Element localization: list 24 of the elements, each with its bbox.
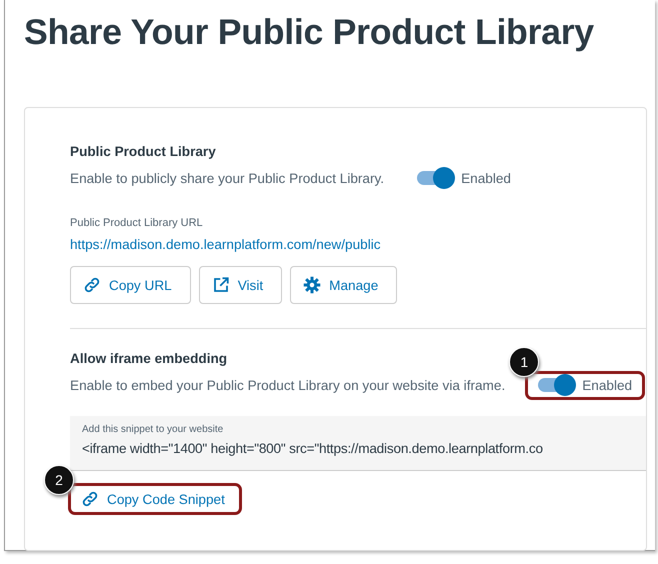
link-icon bbox=[83, 276, 101, 294]
copy-url-button[interactable]: Copy URL bbox=[70, 266, 191, 304]
callout-badge: 1 bbox=[509, 346, 540, 376]
external-link-icon bbox=[212, 276, 230, 294]
snippet-field[interactable]: Add this snippet to your website <iframe width="1400" height="800" src="https://madison.demo.learnplatform.co bbox=[70, 416, 646, 471]
url-label: Public Product Library URL bbox=[70, 217, 204, 229]
section-description: Enable to embed your Public Product Library on your website via iframe. bbox=[70, 378, 506, 392]
enabled-toggle[interactable]: Enabled bbox=[404, 164, 524, 192]
section-heading: Public Product Library bbox=[70, 144, 216, 159]
snippet-code: <iframe width="1400" height="800" src="https://madison.demo.learnplatform.co bbox=[82, 441, 544, 456]
manage-button[interactable]: Manage bbox=[290, 266, 398, 304]
snippet-label: Add this snippet to your website bbox=[82, 424, 224, 435]
library-url-link[interactable]: https://madison.demo.learnplatform.com/new/public bbox=[70, 237, 381, 252]
enabled-toggle[interactable]: Enabled bbox=[525, 370, 646, 400]
section-description: Enable to publicly share your Public Product Library. bbox=[70, 170, 384, 186]
gear-icon bbox=[303, 276, 322, 294]
toggle-label: Enabled bbox=[582, 378, 632, 392]
link-icon bbox=[81, 490, 99, 508]
callout-badge: 2 bbox=[44, 465, 74, 495]
toggle-label: Enabled bbox=[461, 170, 511, 186]
copy-code-snippet-button[interactable]: Copy Code Snippet bbox=[68, 483, 242, 515]
section-heading: Allow iframe embedding bbox=[70, 351, 228, 366]
visit-button[interactable]: Visit bbox=[198, 266, 282, 304]
page-title: Share Your Public Product Library bbox=[23, 11, 595, 54]
